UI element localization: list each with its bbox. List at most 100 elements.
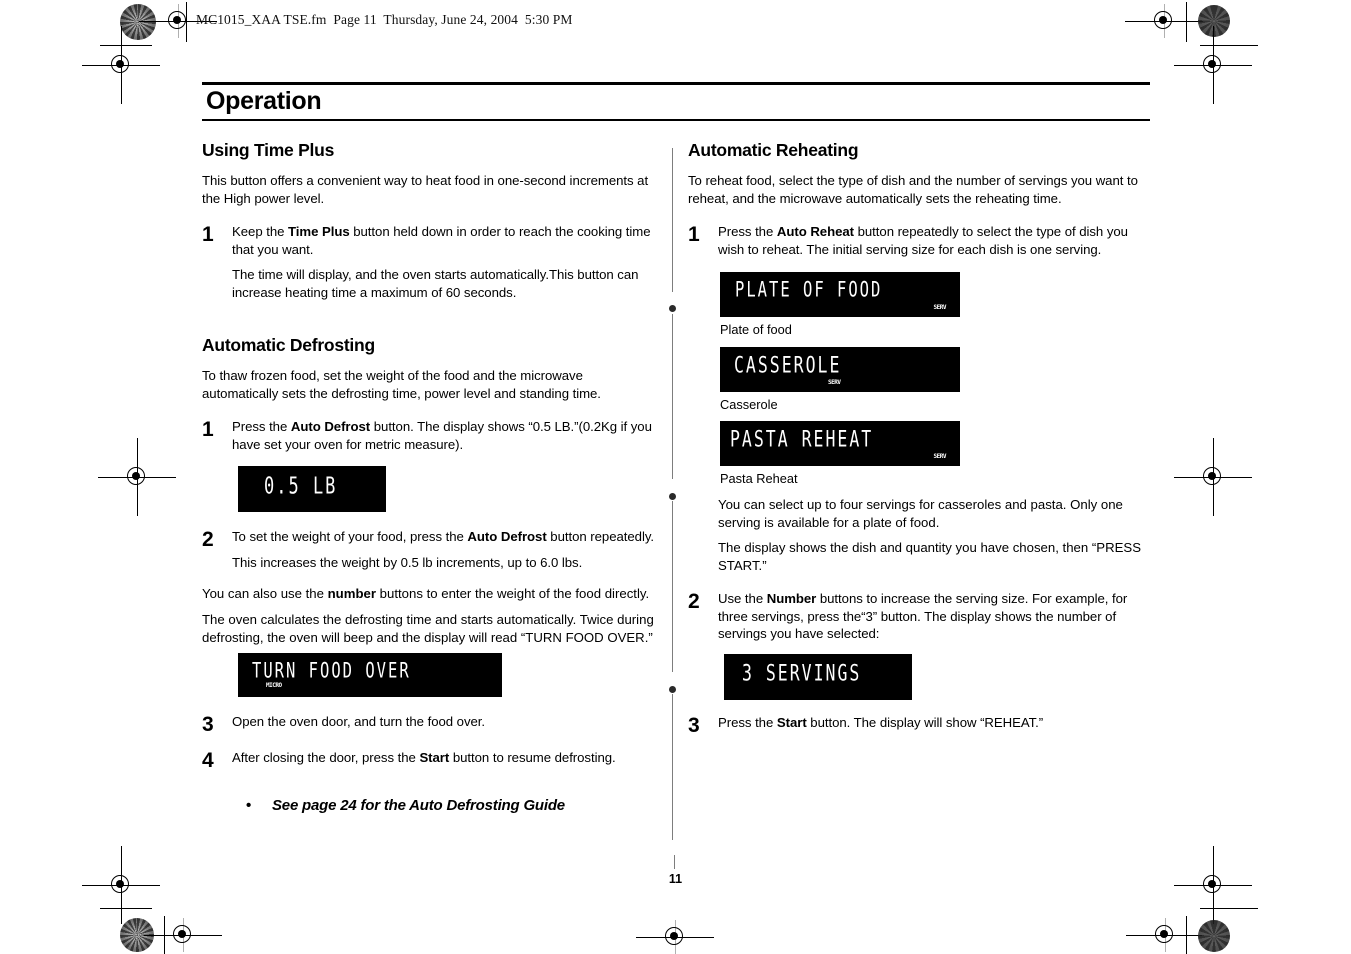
running-header-filename: MC1015_XAA TSE.fm Page 11 Thursday, June… bbox=[196, 12, 573, 27]
step-text-post: button. The display will show “REHEAT.” bbox=[806, 714, 1044, 730]
column-divider-dot-1 bbox=[669, 305, 676, 312]
step-line: To set the weight of your food, press th… bbox=[232, 528, 662, 546]
button-name-start: Start bbox=[776, 714, 807, 730]
step-line: Press the Auto Reheat button repeatedly … bbox=[718, 223, 1148, 258]
step-line-1: Keep the Time Plus button held down in o… bbox=[232, 223, 662, 258]
lcd-group-plate-of-food: PLATE OF FOOD SERV Plate of food bbox=[720, 272, 1148, 339]
crop-rule-top-left-vert bbox=[186, 2, 188, 42]
crop-rule-bottom-right-vert bbox=[1186, 916, 1188, 954]
step-reheat-1: 1 Press the Auto Reheat button repeatedl… bbox=[688, 223, 1148, 262]
crop-rule-bottom-center-vert bbox=[674, 855, 676, 869]
step-defrost-2: 2 To set the weight of your food, press … bbox=[202, 528, 662, 575]
step-text-pre: Press the bbox=[718, 714, 777, 730]
lcd-caption-casserole: Casserole bbox=[720, 396, 778, 412]
button-name-number: Number bbox=[766, 591, 817, 607]
crop-rule-upper-right-horiz bbox=[1200, 45, 1258, 47]
step-time-plus-1: 1 Keep the Time Plus button held down in… bbox=[202, 223, 662, 305]
step-defrost-1: 1 Press the Auto Defrost button. The dis… bbox=[202, 418, 662, 457]
step-text: Press the Auto Defrost button. The displ… bbox=[232, 418, 662, 457]
lcd-group-pasta-reheat: PASTA REHEAT SERV Pasta Reheat bbox=[720, 421, 1148, 488]
step-number: 2 bbox=[202, 528, 214, 552]
step-number: 1 bbox=[202, 223, 214, 247]
crop-rule-lower-left-horiz bbox=[100, 908, 152, 910]
step-number: 1 bbox=[688, 223, 700, 247]
step-text-post: button repeatedly. bbox=[546, 529, 654, 545]
column-divider-dot-2 bbox=[669, 493, 676, 500]
step-defrost-4: 4 After closing the door, press the Star… bbox=[202, 749, 662, 771]
lcd-display-text: TURN FOOD OVER bbox=[252, 658, 411, 684]
registration-mark-bottom-right-inner bbox=[1126, 918, 1204, 952]
step-text-pre: After closing the door, press the bbox=[232, 750, 420, 766]
lcd-display-text: CASSEROLE bbox=[734, 352, 842, 378]
step-number: 3 bbox=[688, 713, 700, 737]
registration-mark-bottom-left-inner bbox=[144, 918, 222, 952]
lcd-display-servings: 3 SERVINGS bbox=[724, 653, 912, 700]
paragraph-oven-calculates: The oven calculates the defrosting time … bbox=[202, 612, 654, 645]
page-title-block: Operation bbox=[202, 82, 1150, 121]
crop-rule-lower-right-horiz bbox=[1200, 908, 1258, 910]
step-reheat-3: 3 Press the Start button. The display wi… bbox=[688, 714, 1148, 736]
step-text-post: button to resume defrosting. bbox=[449, 750, 616, 766]
step-text-pre: Press the bbox=[718, 224, 777, 240]
bullet-icon: • bbox=[246, 797, 252, 815]
button-name-start: Start bbox=[419, 750, 450, 766]
step-text: After closing the door, press the Start … bbox=[232, 749, 662, 771]
lcd-display-text: 3 SERVINGS bbox=[742, 660, 862, 686]
step-text-pre: Use the bbox=[718, 591, 767, 607]
step-text: Use the Number buttons to increase the s… bbox=[718, 590, 1148, 647]
step-text-pre: To set the weight of your food, press th… bbox=[232, 529, 468, 545]
lcd-display-text: PASTA REHEAT bbox=[730, 426, 874, 453]
crop-rule-top-right-vert bbox=[1186, 2, 1188, 42]
step-text-pre: Keep the bbox=[232, 224, 289, 240]
heading-using-time-plus: Using Time Plus bbox=[202, 140, 335, 160]
registration-mark-top-left-outer bbox=[82, 26, 160, 104]
crop-rule-upper-left-horiz bbox=[100, 45, 152, 47]
halftone-circle-top-left bbox=[120, 4, 156, 40]
step-text: Press the Start button. The display will… bbox=[718, 714, 1148, 736]
step-line: Press the Start button. The display will… bbox=[718, 714, 1148, 732]
step-number: 3 bbox=[202, 713, 214, 737]
step-number: 1 bbox=[202, 418, 214, 442]
step-line: After closing the door, press the Start … bbox=[232, 749, 662, 767]
step-line: Press the Auto Defrost button. The displ… bbox=[232, 418, 662, 453]
paragraph-servings-limit: You can select up to four servings for c… bbox=[718, 497, 1123, 530]
step-subline: This increases the weight by 0.5 lb incr… bbox=[232, 555, 583, 571]
step-defrost-3: 3 Open the oven door, and turn the food … bbox=[202, 713, 662, 735]
step-number: 2 bbox=[688, 590, 700, 614]
paragraph-number-buttons: You can also use the number buttons to e… bbox=[202, 585, 662, 603]
step-line: Use the Number buttons to increase the s… bbox=[718, 590, 1148, 643]
right-column: Automatic Reheating To reheat food, sele… bbox=[688, 140, 1148, 740]
button-name-auto-defrost: Auto Defrost bbox=[290, 419, 371, 435]
lcd-display-pasta-reheat: PASTA REHEAT SERV bbox=[720, 421, 960, 467]
paragraph-time-plus-intro: This button offers a convenient way to h… bbox=[202, 173, 649, 206]
registration-mark-mid-right bbox=[1174, 438, 1252, 516]
registration-mark-top-left-inner bbox=[139, 4, 217, 38]
page-title: Operation bbox=[206, 87, 322, 116]
registration-mark-top-right-outer bbox=[1174, 26, 1252, 104]
step-text: Open the oven door, and turn the food ov… bbox=[232, 713, 662, 735]
left-column: Using Time Plus This button offers a con… bbox=[202, 140, 662, 814]
button-name-time-plus: Time Plus bbox=[288, 224, 350, 240]
lcd-indicator-serv: SERV bbox=[933, 304, 947, 312]
step-number: 4 bbox=[202, 749, 214, 773]
lcd-display-text: 0.5 LB bbox=[264, 473, 338, 501]
lcd-display-plate-of-food: PLATE OF FOOD SERV bbox=[720, 272, 960, 318]
halftone-circle-top-right bbox=[1198, 5, 1230, 37]
page-number: 11 bbox=[668, 872, 683, 886]
step-line: Open the oven door, and turn the food ov… bbox=[232, 714, 485, 730]
registration-mark-bottom-center bbox=[636, 920, 714, 954]
paragraph-defrost-intro: To thaw frozen food, set the weight of t… bbox=[202, 368, 601, 401]
lcd-display-casserole: CASSEROLE SERV bbox=[720, 346, 960, 392]
lcd-indicator-serv: SERV bbox=[828, 378, 841, 386]
registration-mark-mid-left bbox=[98, 438, 176, 516]
lcd-display-weight: 0.5 LB bbox=[238, 466, 386, 513]
lcd-indicator-micro: MICRO bbox=[266, 682, 282, 690]
button-name-auto-reheat: Auto Reheat bbox=[776, 224, 854, 240]
lcd-indicator-serv: SERV bbox=[933, 453, 947, 461]
step-text: Press the Auto Reheat button repeatedly … bbox=[718, 223, 1148, 262]
lcd-display-text: PLATE OF FOOD bbox=[735, 277, 883, 303]
button-name-auto-defrost: Auto Defrost bbox=[467, 529, 547, 545]
cross-reference-text: See page 24 for the Auto Defrosting Guid… bbox=[272, 797, 565, 815]
heading-automatic-defrosting: Automatic Defrosting bbox=[202, 335, 375, 356]
step-text: To set the weight of your food, press th… bbox=[232, 528, 662, 575]
